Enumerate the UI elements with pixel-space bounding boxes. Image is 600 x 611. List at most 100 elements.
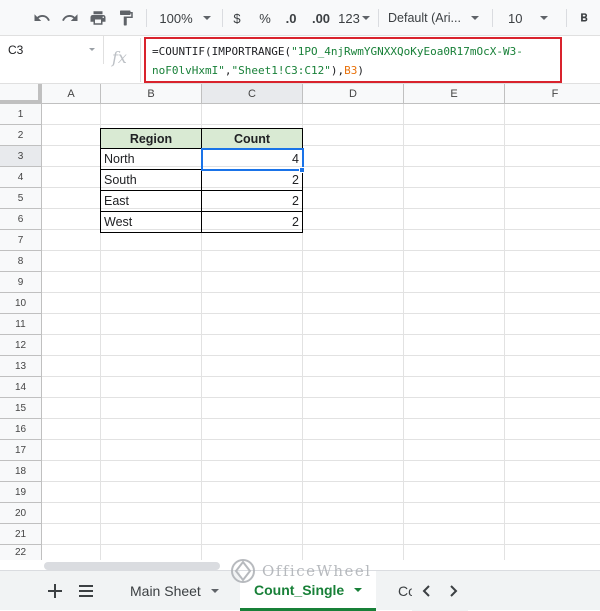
row-header-13[interactable]: 13 — [0, 356, 42, 377]
select-all-corner[interactable] — [0, 84, 42, 104]
table-cell-region[interactable]: South — [100, 170, 202, 191]
watermark-text: OfficeWheel — [262, 562, 372, 580]
column-header-b[interactable]: B — [101, 84, 202, 104]
chevron-down-icon — [361, 16, 370, 20]
column-header-f[interactable]: F — [505, 84, 600, 104]
watermark: OfficeWheel — [230, 558, 372, 584]
row-header-9[interactable]: 9 — [0, 272, 42, 293]
formula-end: ) — [357, 64, 364, 77]
column-header-c[interactable]: C — [202, 84, 303, 104]
row-header-15[interactable]: 15 — [0, 398, 42, 419]
name-box-value: C3 — [8, 43, 24, 57]
more-formats-label: 123 — [338, 10, 360, 26]
table-cell-region[interactable]: North — [100, 149, 202, 170]
selected-cell-outline — [201, 148, 304, 171]
gridline — [42, 376, 600, 377]
redo-icon[interactable] — [58, 0, 82, 36]
row-header-19[interactable]: 19 — [0, 482, 42, 503]
formula-bar: C3 fx =COUNTIF(IMPORTRANGE("1PO_4njRwmYG… — [0, 36, 600, 84]
zoom-value: 100% — [159, 10, 193, 26]
row-header-17[interactable]: 17 — [0, 440, 42, 461]
table-cell-count[interactable]: 2 — [202, 191, 303, 212]
column-header-a[interactable]: A — [42, 84, 101, 104]
toolbar-divider — [566, 9, 567, 27]
increase-decimal-label: .00 — [311, 10, 331, 26]
all-sheets-button[interactable] — [74, 571, 98, 611]
spreadsheet-grid[interactable]: A B C D E F 1 2 3 4 5 6 7 8 9 10 11 12 1… — [0, 84, 600, 560]
paint-format-icon[interactable] — [114, 0, 138, 36]
toolbar-divider — [146, 9, 147, 27]
print-icon[interactable] — [86, 0, 110, 36]
zoom-select[interactable]: 100% — [156, 0, 214, 36]
table-cell-region[interactable]: East — [100, 191, 202, 212]
toolbar-divider — [222, 9, 223, 27]
currency-button[interactable]: $ — [228, 0, 246, 36]
chevron-left-icon[interactable] — [422, 585, 430, 597]
formula-ref: B3 — [344, 64, 358, 77]
formula-url-part1: "1PO_4njRwmYGNXXQoKyEoa0R17mOcX-W3- — [291, 45, 523, 58]
decrease-decimal-button[interactable]: .0 — [280, 0, 302, 36]
gridline — [42, 355, 600, 356]
table-cell-count[interactable]: 2 — [202, 212, 303, 233]
toolbar-divider — [492, 9, 493, 27]
gridline — [42, 544, 600, 545]
row-header-12[interactable]: 12 — [0, 335, 42, 356]
chevron-down-icon — [210, 589, 219, 593]
officewheel-logo-icon — [231, 559, 255, 583]
row-header-6[interactable]: 6 — [0, 209, 42, 230]
fill-handle[interactable] — [299, 167, 305, 173]
formula-range: "Sheet1!C3:C12" — [231, 64, 331, 77]
row-header-22[interactable]: 22 — [0, 545, 42, 560]
font-select[interactable]: Default (Ari... — [388, 0, 484, 36]
gridline — [42, 460, 600, 461]
tab-label: Main Sheet — [130, 583, 201, 599]
font-size-value: 10 — [508, 10, 523, 26]
row-header-20[interactable]: 20 — [0, 503, 42, 524]
toolbar: 100% $ % .0 .00 123 Default (Ari... 10 — [0, 0, 600, 36]
table-header-region[interactable]: Region — [100, 128, 202, 149]
column-header-e[interactable]: E — [404, 84, 505, 104]
horizontal-scrollbar[interactable] — [44, 562, 220, 570]
row-header-4[interactable]: 4 — [0, 167, 42, 188]
bold-button[interactable] — [572, 0, 596, 36]
chevron-down-icon — [89, 48, 95, 51]
row-header-3[interactable]: 3 — [0, 146, 42, 167]
row-header-2[interactable]: 2 — [0, 125, 42, 146]
row-header-10[interactable]: 10 — [0, 293, 42, 314]
tab-scroll-arrows — [412, 571, 468, 611]
font-size-select[interactable]: 10 — [500, 0, 560, 36]
row-header-5[interactable]: 5 — [0, 188, 42, 209]
add-sheet-button[interactable] — [42, 571, 68, 611]
more-formats-button[interactable]: 123 — [338, 0, 370, 36]
undo-icon[interactable] — [30, 0, 54, 36]
formula-url-part2: noF0lvHxmI" — [152, 64, 225, 77]
row-header-21[interactable]: 21 — [0, 524, 42, 545]
increase-decimal-button[interactable]: .00 — [308, 0, 334, 36]
table-cell-region[interactable]: West — [100, 212, 202, 233]
table-cell-count[interactable]: 2 — [202, 170, 303, 191]
gridline — [42, 250, 600, 251]
gridline — [504, 104, 505, 560]
fx-icon: fx — [112, 48, 127, 67]
name-box[interactable]: C3 — [0, 36, 104, 64]
row-header-14[interactable]: 14 — [0, 377, 42, 398]
row-header-11[interactable]: 11 — [0, 314, 42, 335]
gridline — [42, 124, 600, 125]
gridline — [42, 271, 600, 272]
row-header-7[interactable]: 7 — [0, 230, 42, 251]
chevron-down-icon — [202, 16, 211, 20]
percent-button[interactable]: % — [256, 0, 274, 36]
row-header-1[interactable]: 1 — [0, 104, 42, 125]
currency-label: $ — [233, 10, 241, 26]
row-header-16[interactable]: 16 — [0, 419, 42, 440]
chevron-right-icon[interactable] — [450, 585, 458, 597]
row-header-8[interactable]: 8 — [0, 251, 42, 272]
row-header-18[interactable]: 18 — [0, 461, 42, 482]
formula-input[interactable]: =COUNTIF(IMPORTRANGE("1PO_4njRwmYGNXXQoK… — [144, 37, 562, 83]
column-header-d[interactable]: D — [303, 84, 404, 104]
toolbar-divider — [378, 9, 379, 27]
tab-main-sheet[interactable]: Main Sheet — [116, 571, 233, 611]
gridline — [42, 439, 600, 440]
chevron-down-icon — [540, 16, 549, 20]
table-header-count[interactable]: Count — [202, 128, 303, 149]
